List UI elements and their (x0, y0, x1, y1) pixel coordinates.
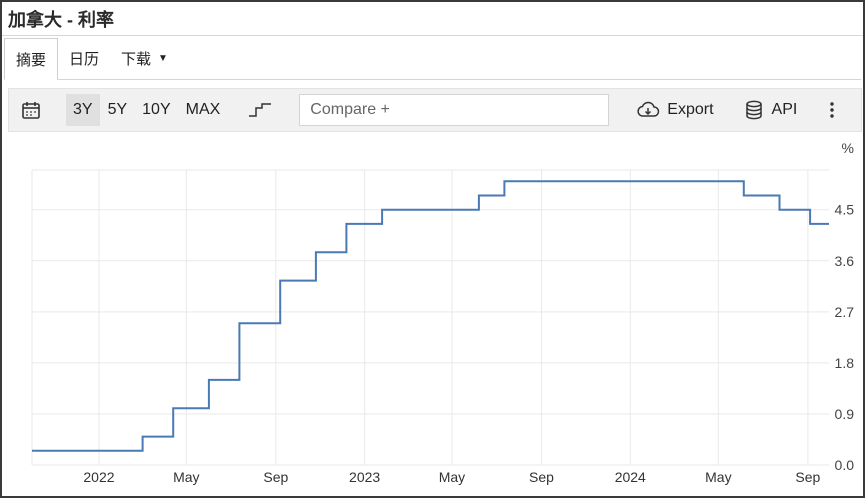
y-tick-label: 0.9 (835, 406, 855, 422)
y-tick-label: 4.5 (835, 202, 855, 218)
tab-download[interactable]: 下载 ▼ (110, 38, 179, 79)
page-title: 加拿大 - 利率 (2, 2, 863, 36)
series-line (32, 180, 829, 452)
caret-down-icon: ▼ (158, 53, 168, 64)
tab-calendar[interactable]: 日历 (58, 38, 110, 79)
y-axis: 0.0 0.9 1.8 2.7 3.6 4.5 (835, 202, 855, 473)
y-tick-label: 1.8 (835, 355, 855, 371)
x-axis: 2022 May Sep 2023 May Sep 2024 May Sep (83, 469, 820, 485)
tab-summary-label: 摘要 (16, 51, 47, 69)
calendar-icon[interactable] (19, 98, 43, 122)
window-frame: 加拿大 - 利率 摘要 日历 下载 ▼ 3Y 5Y 10Y MAX Compare… (0, 0, 865, 498)
tab-calendar-label: 日历 (69, 51, 100, 68)
range-max-button[interactable]: MAX (179, 94, 228, 126)
range-3y-button[interactable]: 3Y (66, 94, 100, 126)
x-tick-label: May (173, 469, 199, 485)
compare-placeholder: Compare + (310, 101, 390, 118)
x-tick-label: Sep (795, 469, 820, 485)
tab-download-label: 下载 (121, 51, 152, 68)
x-tick-label: May (439, 469, 465, 485)
grid-lines (31, 169, 829, 466)
database-icon (744, 99, 764, 121)
compare-input[interactable]: Compare + (299, 94, 610, 126)
chart-toolbar: 3Y 5Y 10Y MAX Compare + Export API (8, 88, 862, 132)
x-tick-label: 2024 (615, 469, 646, 485)
y-unit-label: % (842, 140, 854, 156)
y-tick-label: 0.0 (835, 457, 855, 473)
x-tick-label: Sep (529, 469, 554, 485)
export-button[interactable]: Export (635, 99, 714, 121)
api-label: API (771, 101, 798, 118)
api-button[interactable]: API (744, 99, 798, 121)
export-label: Export (667, 101, 714, 118)
series-layer (32, 180, 829, 452)
cloud-download-icon (635, 99, 661, 121)
y-tick-label: 3.6 (835, 253, 855, 269)
rate-chart: % 2022 May Sep 2023 May Sep 2024 May Sep 0.0 0.9 1… (31, 140, 855, 485)
x-tick-label: Sep (263, 469, 288, 485)
tab-bar: 摘要 日历 下载 ▼ (4, 38, 861, 80)
x-tick-label: 2023 (349, 469, 380, 485)
range-10y-button[interactable]: 10Y (135, 94, 177, 126)
y-tick-label: 2.7 (835, 304, 855, 320)
x-tick-label: 2022 (83, 469, 114, 485)
x-tick-label: May (705, 469, 731, 485)
more-vertical-icon[interactable] (827, 98, 837, 122)
tab-summary[interactable]: 摘要 (4, 38, 59, 80)
range-5y-button[interactable]: 5Y (101, 94, 135, 126)
step-chart-icon[interactable] (247, 98, 273, 122)
